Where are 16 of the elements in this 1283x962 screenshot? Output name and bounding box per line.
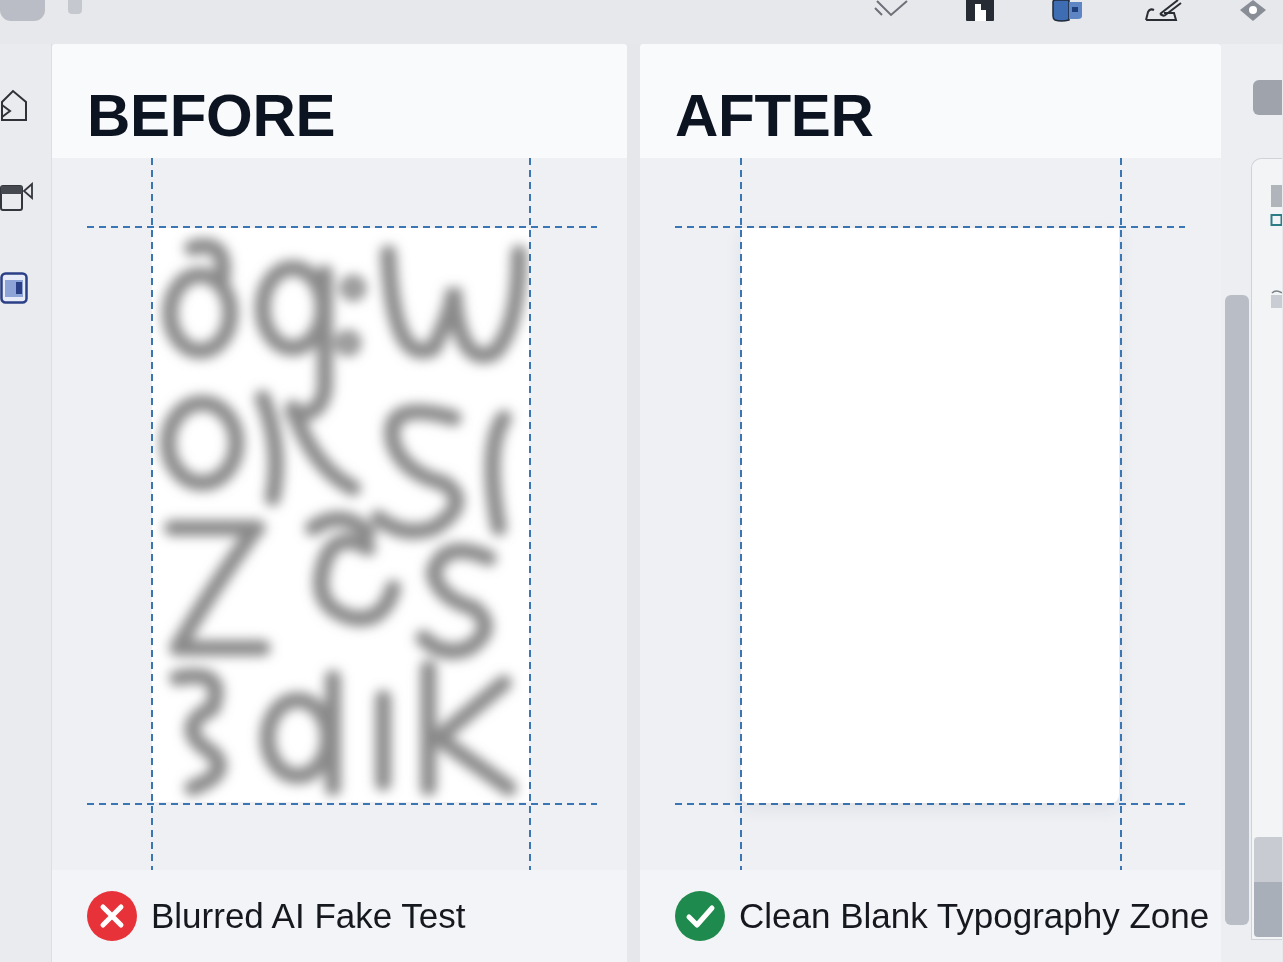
tiny-tab-icon[interactable] — [1270, 289, 1282, 309]
app-window-icon[interactable] — [0, 272, 28, 304]
window-icon[interactable] — [0, 182, 33, 212]
panel-heading: BEFORE — [87, 86, 336, 146]
panel-tile — [1254, 882, 1282, 937]
panel-caption: Blurred AI Fake Test — [151, 896, 466, 936]
small-tile-icon[interactable] — [68, 0, 82, 14]
chevron-lines-icon[interactable] — [874, 0, 909, 18]
cube-icon[interactable] — [1051, 0, 1084, 22]
panel-heading: AFTER — [675, 86, 874, 146]
diamond-icon[interactable] — [1238, 0, 1268, 22]
panel-caption: Clean Blank Typography Zone — [739, 896, 1210, 936]
document-icon[interactable] — [965, 0, 995, 22]
scrollbar-thumb[interactable] — [1225, 295, 1249, 925]
rounded-tile-icon[interactable] — [0, 0, 45, 21]
tag-icon[interactable] — [0, 88, 28, 122]
